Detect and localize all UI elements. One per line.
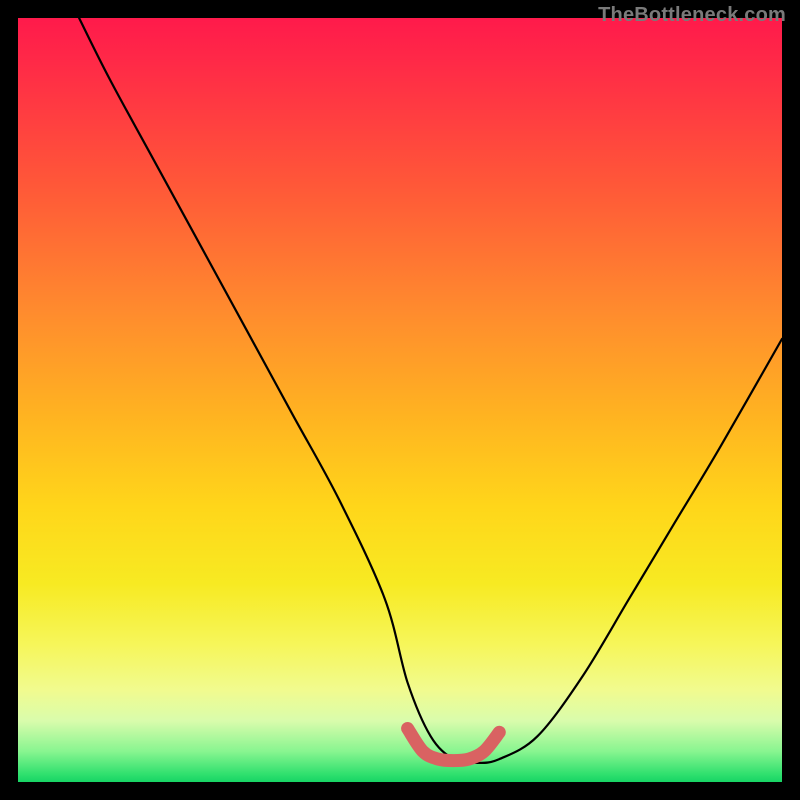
- curve-layer: [18, 18, 782, 782]
- watermark-text: TheBottleneck.com: [598, 4, 786, 27]
- plot-area: [18, 18, 782, 782]
- chart-frame: TheBottleneck.com: [0, 0, 800, 800]
- optimal-range-marker: [408, 729, 500, 761]
- bottleneck-curve: [79, 18, 782, 763]
